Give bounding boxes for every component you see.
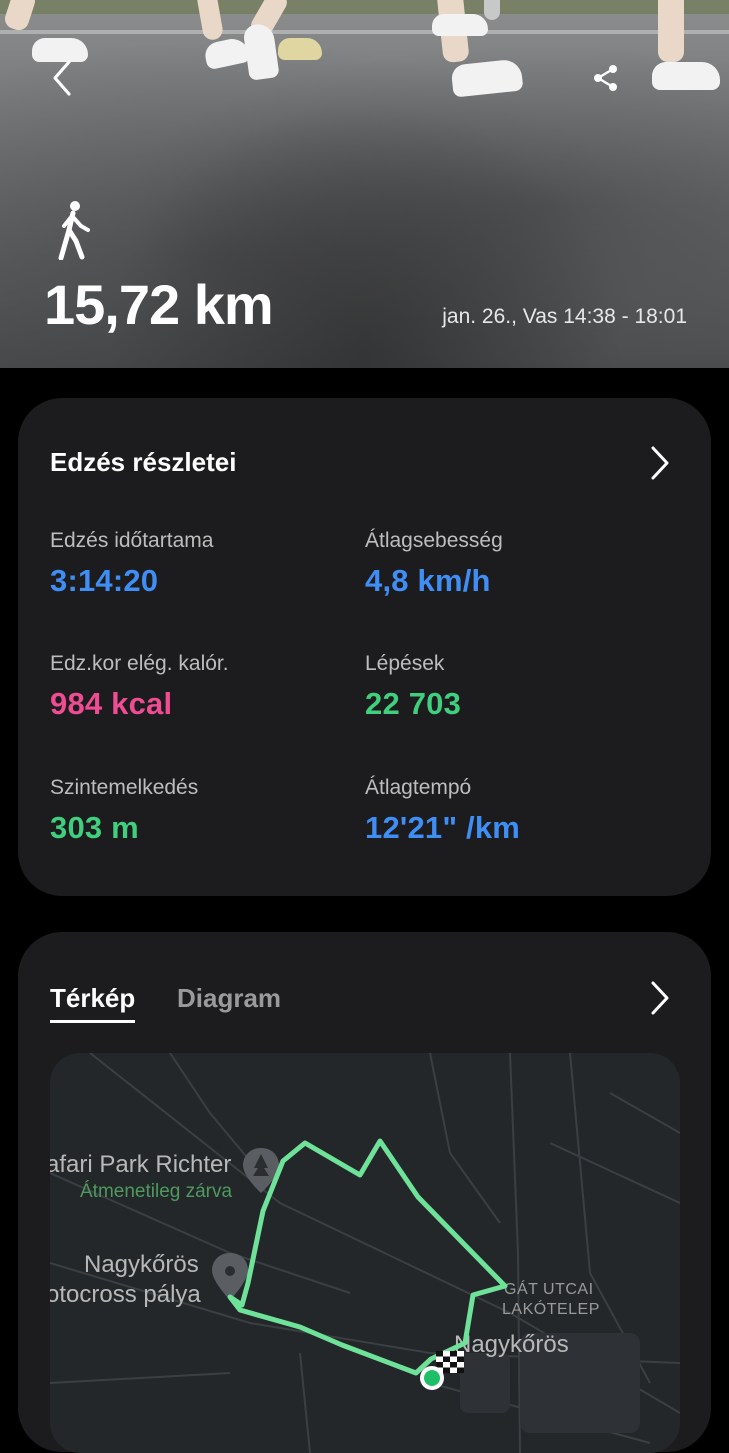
route-map[interactable]: afari Park Richter Átmenetileg zárva Nag… <box>50 1053 680 1453</box>
stat-value: 3:14:20 <box>50 563 159 598</box>
map-overlay <box>212 1138 508 1390</box>
chevron-right-icon[interactable] <box>649 445 671 481</box>
stat-elevation: Szintemelkedés 303 m <box>50 776 350 846</box>
back-button[interactable] <box>42 56 82 100</box>
stat-value: 984 kcal <box>50 686 173 721</box>
chevron-right-icon[interactable] <box>649 980 671 1016</box>
stat-avg-pace: Átlagtempó 12'21" /km <box>365 776 665 846</box>
hero-image: 15,72 km jan. 26., Vas 14:38 - 18:01 <box>0 0 729 368</box>
share-button[interactable] <box>586 58 626 98</box>
stat-label: Edzés időtartama <box>50 529 214 552</box>
workout-details-card[interactable]: Edzés részletei Edzés időtartama 3:14:20… <box>18 398 711 896</box>
stat-label: Átlagsebesség <box>365 529 503 552</box>
workout-datetime: jan. 26., Vas 14:38 - 18:01 <box>442 305 687 328</box>
map-card: Térkép Diagram afari Park Richter Átmene… <box>18 932 711 1453</box>
stat-steps: Lépések 22 703 <box>365 652 665 722</box>
start-point-icon <box>420 1366 444 1390</box>
walking-person-icon <box>58 201 90 260</box>
stat-value: 12'21" /km <box>365 810 521 845</box>
stat-value: 22 703 <box>365 686 462 721</box>
chevron-left-icon <box>53 60 71 96</box>
stat-value: 303 m <box>50 810 139 845</box>
tab-map[interactable]: Térkép <box>50 983 136 1023</box>
stat-calories: Edz.kor elég. kalór. 984 kcal <box>50 652 350 722</box>
stat-duration: Edzés időtartama 3:14:20 <box>50 529 350 599</box>
runner-leg <box>658 0 684 62</box>
stat-label: Szintemelkedés <box>50 776 199 799</box>
runner-shoe <box>278 38 322 60</box>
share-icon <box>594 65 617 91</box>
location-pin-icon <box>212 1253 248 1300</box>
stat-label: Edz.kor elég. kalór. <box>50 652 229 675</box>
stat-label: Átlagtempó <box>365 776 472 799</box>
tab-diagram[interactable]: Diagram <box>177 983 281 1014</box>
runner-shoe <box>652 62 720 90</box>
runner-shoe <box>432 14 488 36</box>
stat-value: 4,8 km/h <box>365 563 491 598</box>
workout-distance: 15,72 km <box>44 273 274 336</box>
stat-label: Lépések <box>365 652 445 675</box>
workout-details-title: Edzés részletei <box>50 447 237 477</box>
runner-leg <box>484 0 500 20</box>
stat-avg-speed: Átlagsebesség 4,8 km/h <box>365 529 665 599</box>
